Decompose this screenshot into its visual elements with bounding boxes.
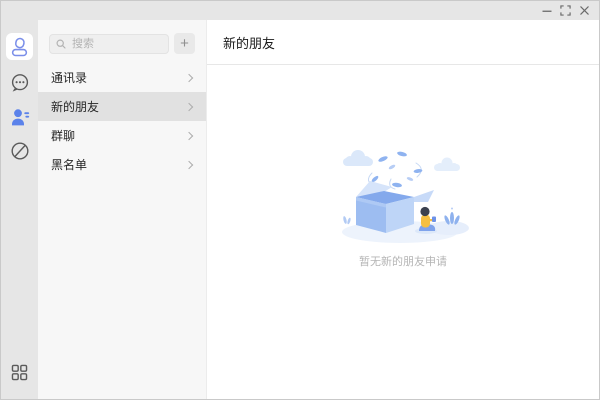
sidebar-item-apps[interactable] bbox=[7, 359, 33, 385]
chevron-right-icon bbox=[184, 102, 194, 111]
minimize-button[interactable] bbox=[537, 1, 556, 20]
sidebar-item-discover[interactable] bbox=[7, 138, 33, 164]
empty-open-box-illustration bbox=[342, 150, 469, 243]
nav-item-label: 新的朋友 bbox=[51, 100, 100, 114]
close-icon bbox=[580, 6, 589, 15]
discover-compass-icon bbox=[10, 142, 29, 160]
chevron-right-icon bbox=[184, 73, 194, 82]
nav-item-group-chats[interactable]: 群聊 bbox=[38, 121, 206, 150]
sidebar-item-profile[interactable] bbox=[6, 33, 33, 60]
add-friend-button[interactable]: + bbox=[174, 33, 195, 54]
apps-grid-icon bbox=[11, 364, 28, 380]
contacts-panel: + 通讯录 新的朋友 群聊 黑名单 bbox=[38, 20, 206, 399]
empty-state-caption: 暂无新的朋友申请 bbox=[359, 256, 447, 268]
window-controls bbox=[537, 1, 594, 20]
empty-state: 暂无新的朋友申请 bbox=[207, 65, 599, 269]
nav-item-blacklist[interactable]: 黑名单 bbox=[38, 150, 206, 179]
search-input[interactable] bbox=[70, 36, 163, 51]
chat-bubble-icon bbox=[11, 74, 28, 92]
main-content: 新的朋友 暂无新的朋友申请 bbox=[206, 20, 599, 399]
nav-item-new-friends[interactable]: 新的朋友 bbox=[38, 92, 206, 121]
chevron-right-icon bbox=[184, 131, 194, 140]
main-header: 新的朋友 bbox=[207, 20, 599, 65]
contacts-nav-list: 通讯录 新的朋友 群聊 黑名单 bbox=[38, 63, 206, 179]
nav-item-label: 黑名单 bbox=[51, 158, 88, 172]
chevron-right-icon bbox=[184, 160, 194, 169]
nav-item-contacts-book[interactable]: 通讯录 bbox=[38, 63, 206, 92]
search-row: + bbox=[38, 20, 206, 54]
nav-item-label: 群聊 bbox=[51, 129, 76, 143]
close-button[interactable] bbox=[575, 1, 594, 20]
profile-avatar-icon bbox=[11, 37, 28, 57]
nav-rail bbox=[1, 20, 38, 399]
app-window: + 通讯录 新的朋友 群聊 黑名单 新的朋友 bbox=[0, 0, 600, 400]
sidebar-item-contacts[interactable] bbox=[7, 104, 33, 130]
maximize-button[interactable] bbox=[556, 1, 575, 20]
fullscreen-icon bbox=[560, 5, 571, 16]
contacts-person-icon bbox=[11, 109, 29, 126]
nav-item-label: 通讯录 bbox=[51, 71, 88, 85]
titlebar[interactable] bbox=[1, 1, 599, 20]
search-icon bbox=[56, 38, 66, 49]
search-box[interactable] bbox=[49, 33, 169, 54]
page-title: 新的朋友 bbox=[223, 35, 276, 51]
sidebar-item-chats[interactable] bbox=[7, 70, 33, 96]
minimize-icon bbox=[542, 10, 551, 12]
